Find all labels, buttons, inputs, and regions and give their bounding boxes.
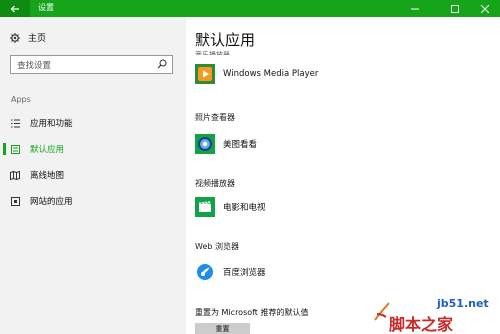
back-button[interactable]	[0, 0, 30, 17]
page-title: 默认应用	[195, 31, 256, 49]
maximize-button[interactable]	[440, 0, 470, 17]
reset-button[interactable]: 重置	[195, 323, 250, 334]
meitu-icon	[195, 134, 215, 154]
sidebar-item-label: 离线地图	[30, 171, 65, 181]
home-label: 主页	[28, 34, 47, 44]
watermark-url: jb51.net	[437, 297, 489, 310]
search-placeholder: 查找设置	[17, 61, 52, 71]
app-name: Windows Media Player	[223, 69, 319, 79]
default-app-music-player[interactable]: Windows Media Player	[195, 64, 318, 84]
app-name: 百度浏览器	[223, 268, 266, 278]
sidebar-item-label: 默认应用	[30, 145, 65, 155]
gear-icon	[10, 32, 20, 43]
section-label: Apps	[11, 95, 31, 104]
close-icon	[481, 4, 489, 13]
app-name: 电影和电视	[223, 203, 266, 213]
sidebar-item-label: 网站的应用	[30, 197, 73, 207]
default-apps-icon	[10, 144, 20, 154]
sidebar-item-default-apps[interactable]: 默认应用	[0, 140, 186, 158]
minimize-icon	[411, 8, 419, 9]
list-icon	[10, 119, 20, 127]
map-icon	[10, 170, 20, 180]
minimize-button[interactable]	[400, 0, 430, 17]
search-input[interactable]: 查找设置	[10, 55, 173, 74]
search-icon	[157, 59, 167, 69]
category-label-photo: 照片查看器	[195, 113, 235, 122]
app-name: 美图看看	[223, 140, 258, 150]
close-button[interactable]	[470, 0, 500, 17]
home-link[interactable]: 主页	[10, 31, 46, 44]
category-label-web-browser: Web 浏览器	[195, 242, 239, 251]
category-label-music: 音乐播放器	[195, 51, 230, 55]
window-title: 设置	[38, 3, 54, 12]
default-app-video-player[interactable]: 电影和电视	[195, 197, 266, 217]
baidu-browser-icon	[195, 262, 215, 282]
watermark-brand: 脚本之家	[389, 315, 454, 334]
sidebar: 主页 查找设置 Apps 应用和功能 默认应用 离线地图 网站的应用	[0, 17, 186, 334]
main-panel: 默认应用 音乐播放器 Windows Media Player 照片查看器 美图…	[186, 17, 500, 334]
back-arrow-icon	[10, 5, 19, 12]
default-app-web-browser[interactable]: 百度浏览器	[195, 262, 266, 282]
sidebar-item-offline-maps[interactable]: 离线地图	[0, 166, 186, 184]
reset-button-label: 重置	[215, 325, 230, 333]
reset-label: 重置为 Microsoft 推荐的默认值	[195, 308, 309, 317]
maximize-icon	[451, 4, 459, 13]
sidebar-item-apps-for-websites[interactable]: 网站的应用	[0, 192, 186, 210]
default-app-photo-viewer[interactable]: 美图看看	[195, 134, 257, 154]
windows-media-player-icon	[195, 64, 215, 84]
sidebar-item-apps-features[interactable]: 应用和功能	[0, 114, 186, 132]
category-label-video: 视频播放器	[195, 179, 235, 188]
sidebar-item-label: 应用和功能	[30, 119, 73, 129]
title-bar: 设置	[0, 0, 500, 17]
website-icon	[10, 196, 20, 206]
movies-tv-icon	[195, 197, 215, 217]
